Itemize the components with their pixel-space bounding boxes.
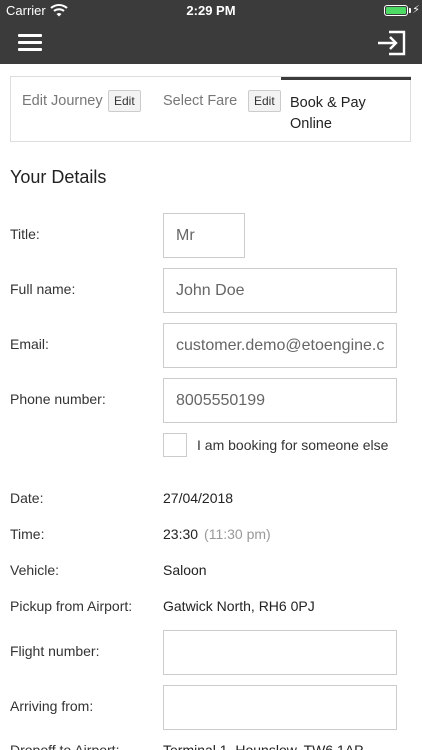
top-nav-bar [0,22,422,64]
flight-number-label: Flight number: [10,643,100,659]
phone-label: Phone number: [10,391,106,407]
clock: 2:29 PM [186,3,236,18]
date-label: Date: [10,490,44,506]
pickup-label: Pickup from Airport: [10,598,133,614]
booking-for-someone-else-label[interactable]: I am booking for someone else [197,437,388,453]
battery-icon [384,5,408,16]
charging-icon: ⚡ [412,4,420,16]
step-book-and-pay: Book & Pay Online [281,77,411,141]
title-label: Title: [10,226,40,242]
email-input[interactable]: customer.demo@etoengine.c [163,323,397,368]
step-edit-journey[interactable]: Edit Journey Edit [11,77,152,141]
title-select[interactable]: Mr [163,213,245,258]
booking-steps: Edit Journey Edit Select Fare Edit Book … [10,76,411,142]
arriving-from-label: Arriving from: [10,698,94,714]
flight-number-input[interactable] [163,630,397,675]
date-value: 27/04/2018 [163,490,234,506]
step-label: Edit Journey [22,93,103,109]
vehicle-value: Saloon [163,562,207,578]
battery-nub [409,8,411,13]
time-label: Time: [10,526,45,542]
time-24h: 23:30 [163,526,199,542]
email-label: Email: [10,336,49,352]
dropoff-label: Dropoff to Airport: [10,742,120,750]
logout-icon[interactable] [376,28,408,58]
time-value: 23:30 (11:30 pm) [163,526,271,542]
vehicle-label: Vehicle: [10,562,60,578]
time-12h: (11:30 pm) [204,526,271,542]
status-bar: Carrier 2:29 PM ⚡ [0,0,422,22]
dropoff-value: Terminal 1, Hounslow, TW6 1AP [163,742,364,750]
pickup-value: Gatwick North, RH6 0PJ [163,598,315,614]
full-name-label: Full name: [10,281,76,297]
step-select-fare[interactable]: Select Fare Edit [152,77,281,141]
step-label: Book & Pay Online [290,95,366,132]
arriving-from-input[interactable] [163,685,397,730]
edit-fare-button[interactable]: Edit [248,90,281,112]
edit-journey-button[interactable]: Edit [108,90,141,112]
section-title: Your Details [10,167,107,187]
full-name-input[interactable]: John Doe [163,268,397,313]
step-label: Select Fare [163,93,238,109]
booking-for-someone-else-checkbox[interactable] [163,433,187,457]
phone-input[interactable]: 8005550199 [163,378,397,423]
hamburger-menu-icon[interactable] [14,28,48,58]
